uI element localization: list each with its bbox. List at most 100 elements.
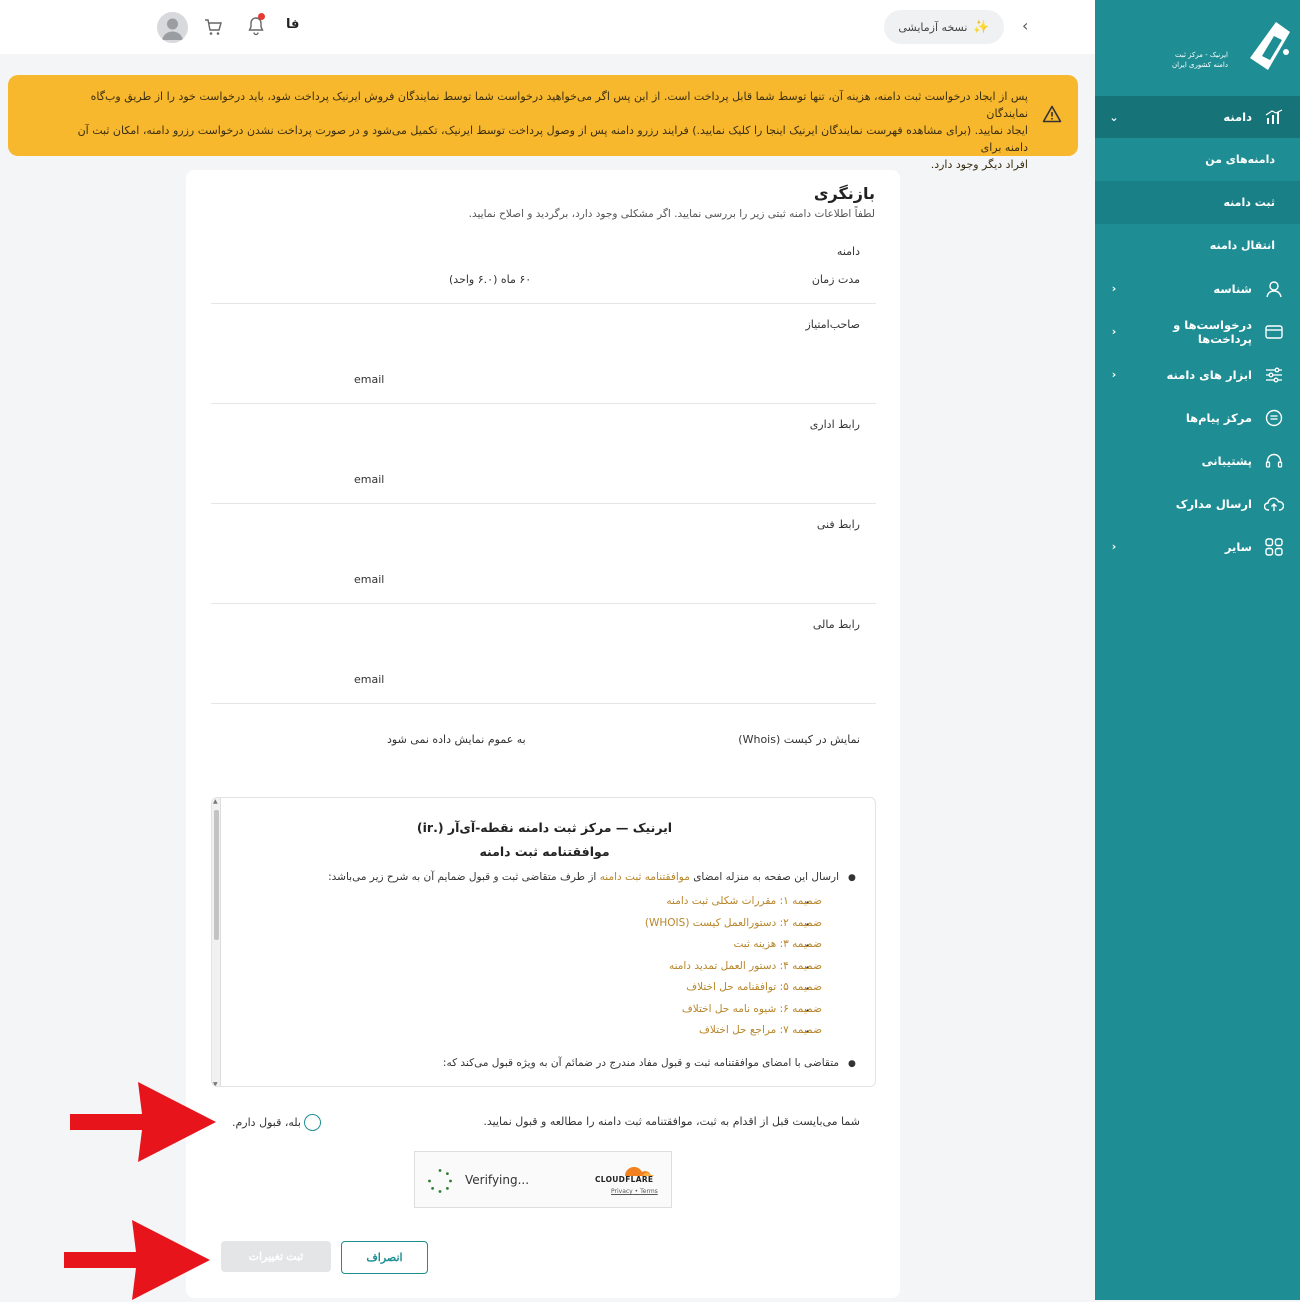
- page-title: بازنگری: [813, 184, 875, 203]
- annex-link-2[interactable]: ضمیمه ۲: دستورالعمل کیست (WHOIS): [645, 917, 822, 929]
- grid-icon: [1264, 537, 1284, 557]
- cloudflare-links[interactable]: Privacy • Terms: [611, 1188, 658, 1195]
- chevron-left-icon[interactable]: ‹: [1022, 16, 1028, 35]
- cloud-upload-icon: [1264, 494, 1284, 514]
- page-subtitle: لطفاً اطلاعات دامنه ثبتی زیر را بررسی نم…: [468, 208, 875, 220]
- sidebar-item-messages[interactable]: مرکز پیام‌ها: [1095, 396, 1300, 439]
- sidebar-item-label: ابزار های دامنه: [1166, 367, 1252, 382]
- annex-link-3[interactable]: ضمیمه ۳: هزینه ثبت: [733, 938, 822, 950]
- sidebar-item-label: دامنه: [1223, 110, 1252, 124]
- accept-agreement-radio[interactable]: بله، قبول دارم.: [232, 1114, 321, 1131]
- sidebar-item-label: پشتیبانی: [1201, 453, 1252, 468]
- sidebar-item-label: درخواست‌ها و پرداخت‌ها: [1173, 317, 1252, 346]
- notification-dot: [258, 13, 265, 20]
- chevron-left-icon: ‹: [1111, 282, 1117, 295]
- divider: [211, 403, 876, 404]
- irnic-logo-icon: [1250, 22, 1290, 70]
- sliders-icon: [1264, 365, 1284, 385]
- agreement-box[interactable]: ▲ ▼ ایرنیک — مرکز ثبت دامنه نقطه-آی‌آر (…: [211, 797, 876, 1087]
- sidebar-item-domain[interactable]: دامنه ⌄: [1095, 96, 1300, 138]
- radio-circle[interactable]: [303, 1114, 321, 1131]
- terms-link[interactable]: Terms: [640, 1188, 658, 1195]
- sidebar-item-support[interactable]: پشتیبانی: [1095, 439, 1300, 482]
- accept-label[interactable]: بله، قبول دارم.: [232, 1116, 301, 1129]
- sidebar-item-label: مرکز پیام‌ها: [1185, 410, 1252, 425]
- warning-text-line-2: ایجاد نمایید. (برای مشاهده فهرست نمایندگ…: [77, 124, 1028, 154]
- agreement-heading: ایرنیک — مرکز ثبت دامنه نقطه-آی‌آر (.ir): [416, 820, 673, 835]
- sparkle-icon: ✨: [973, 19, 990, 35]
- language-switch[interactable]: فا: [286, 17, 299, 32]
- chevron-left-icon: ‹: [1111, 368, 1117, 381]
- agreement-subheading: موافقتنامه ثبت دامنه: [479, 844, 610, 859]
- cloudflare-captcha[interactable]: Verifying... CLOUDFLARE Privacy • Terms: [414, 1151, 672, 1208]
- bullet: ●: [848, 1059, 856, 1069]
- user-avatar-icon: [162, 18, 183, 40]
- intro-text-a: ارسال این صفحه به منزله امضای: [689, 871, 839, 883]
- headset-icon: [1264, 451, 1284, 471]
- billing-contact-email: email: [354, 673, 385, 686]
- sidebar-subitem-my-domains[interactable]: دامنه‌های من: [1095, 138, 1300, 181]
- billing-contact-label: رابط مالی: [812, 618, 860, 631]
- message-icon: [1264, 408, 1284, 428]
- divider: [211, 703, 876, 704]
- holder-label: صاحب‌امتیاز: [805, 318, 860, 331]
- demo-version-button[interactable]: ✨ نسخه آزمایشی: [884, 10, 1004, 44]
- warning-icon: [1042, 105, 1062, 123]
- chevron-left-icon: ‹: [1111, 540, 1117, 553]
- card-icon: [1264, 322, 1284, 342]
- red-arrow-icon: [64, 1220, 210, 1300]
- agreement-link[interactable]: موافقتنامه ثبت دامنه: [600, 871, 690, 883]
- red-arrow-icon: [70, 1082, 216, 1162]
- avatar[interactable]: [157, 12, 188, 43]
- agreement-outro: متقاضی با امضای موافقتنامه ثبت و قبول مف…: [442, 1057, 839, 1069]
- review-card: بازنگری لطفاً اطلاعات دامنه ثبتی زیر را …: [186, 170, 900, 1298]
- scroll-up-icon[interactable]: ▲: [213, 798, 218, 805]
- captcha-status: Verifying...: [465, 1173, 530, 1187]
- top-bar: ‹ ✨ نسخه آزمایشی فا: [0, 0, 1095, 54]
- annex-link-6[interactable]: ضمیمه ۶: شیوه نامه حل اختلاف: [682, 1003, 822, 1015]
- bullet: ●: [848, 873, 856, 883]
- whois-value: به عموم نمایش داده نمی شود: [387, 733, 526, 746]
- annex-link-1[interactable]: ضمیمه ۱: مقررات شکلی ثبت دامنه: [666, 895, 822, 907]
- payment-warning-banner: پس از ایجاد درخواست ثبت دامنه، هزینه آن،…: [8, 75, 1078, 171]
- divider: [211, 603, 876, 604]
- annex-link-4[interactable]: ضمیمه ۴: دستور العمل تمدید دامنه: [669, 960, 822, 972]
- logo-text-line-1: ایرنیک - مرکز ثبت: [1174, 51, 1228, 59]
- cloudflare-brand: CLOUDFLARE: [595, 1175, 654, 1184]
- demo-version-label: نسخه آزمایشی: [898, 20, 968, 34]
- chevron-down-icon: ⌄: [1109, 110, 1119, 124]
- privacy-link[interactable]: Privacy: [611, 1188, 633, 1195]
- sidebar-subitem-register-domain[interactable]: ثبت دامنه: [1095, 181, 1300, 224]
- duration-value: ۶۰ ماه (۶.۰ واحد): [449, 273, 532, 286]
- tech-contact-label: رابط فنی: [816, 518, 860, 531]
- cancel-button[interactable]: انصراف: [341, 1241, 428, 1274]
- logo[interactable]: ایرنیک - مرکز ثبت دامنه کشوری ایران: [1095, 0, 1300, 96]
- agreement-intro: ارسال این صفحه به منزله امضای موافقتنامه…: [328, 871, 839, 883]
- sidebar-item-other[interactable]: سایر ‹: [1095, 525, 1300, 568]
- sidebar-item-domain-tools[interactable]: ابزار های دامنه ‹: [1095, 353, 1300, 396]
- domain-label: دامنه: [836, 245, 860, 258]
- holder-email: email: [354, 373, 385, 386]
- intro-text-b: از طرف متقاضی ثبت و قبول ضمایم آن به شرح…: [328, 871, 600, 883]
- chevron-left-icon: ‹: [1111, 325, 1117, 338]
- admin-contact-label: رابط اداری: [809, 418, 860, 431]
- annex-link-5[interactable]: ضمیمه ۵: توافقنامه حل اختلاف: [686, 981, 822, 993]
- user-icon: [1264, 279, 1284, 299]
- chart-icon: [1264, 107, 1284, 127]
- link-separator: •: [634, 1188, 639, 1195]
- cart-icon[interactable]: [203, 17, 223, 37]
- sidebar: ایرنیک - مرکز ثبت دامنه کشوری ایران دامن…: [1095, 0, 1300, 1300]
- sidebar-item-requests[interactable]: درخواست‌ها و پرداخت‌ها ‹: [1095, 310, 1300, 353]
- sidebar-item-label: سایر: [1224, 539, 1252, 554]
- warning-text-line-1: پس از ایجاد درخواست ثبت دامنه، هزینه آن،…: [90, 90, 1028, 120]
- loading-spinner-icon: [428, 1169, 452, 1193]
- sidebar-item-upload-docs[interactable]: ارسال مدارک: [1095, 482, 1300, 525]
- sidebar-item-identity[interactable]: شناسه ‹: [1095, 267, 1300, 310]
- divider: [211, 503, 876, 504]
- annex-link-7[interactable]: ضمیمه ۷: مراجع حل اختلاف: [699, 1024, 822, 1036]
- scrollbar[interactable]: ▲ ▼: [212, 798, 221, 1086]
- sidebar-subitem-transfer-domain[interactable]: انتقال دامنه: [1095, 224, 1300, 267]
- logo-text-line-2: دامنه کشوری ایران: [1171, 61, 1228, 69]
- sidebar-item-label: شناسه: [1213, 281, 1252, 296]
- submit-changes-button[interactable]: ثبت تغییرات: [221, 1241, 331, 1272]
